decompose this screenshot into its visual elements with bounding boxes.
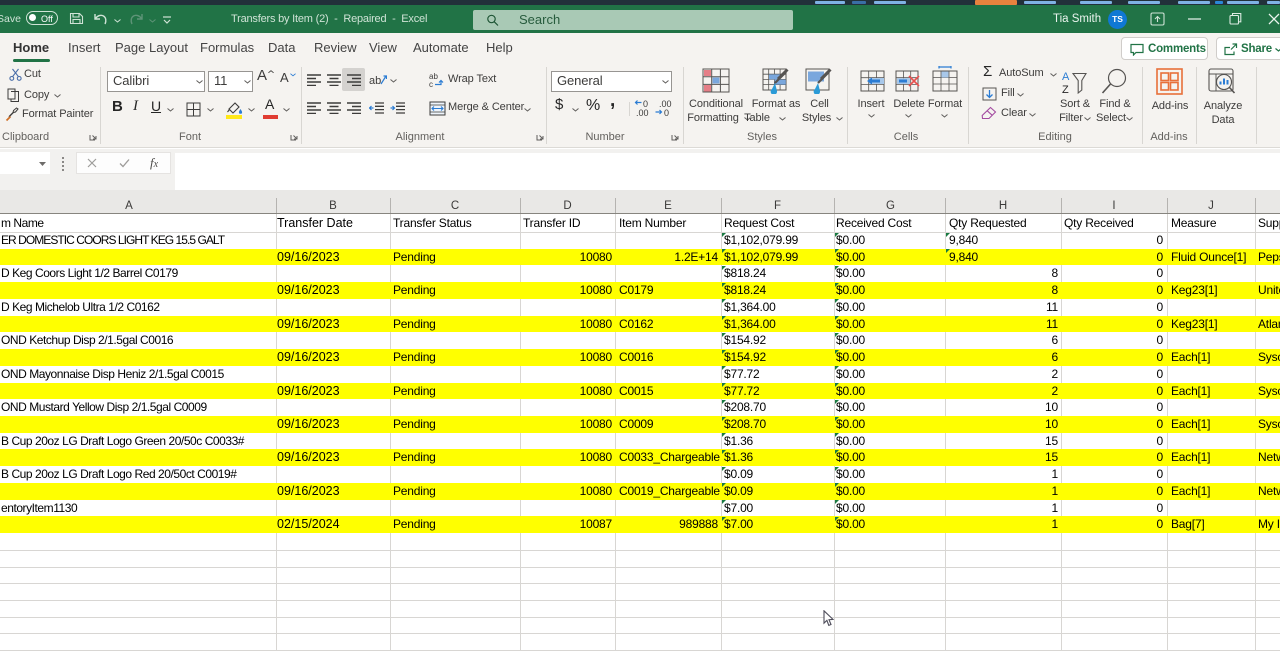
svg-text:c: c xyxy=(429,80,433,88)
svg-text:ab: ab xyxy=(369,75,381,87)
svg-text:A: A xyxy=(1062,71,1070,83)
svg-text:Z: Z xyxy=(1062,84,1069,95)
svg-text:.00: .00 xyxy=(636,108,649,117)
svg-text:0: 0 xyxy=(664,108,669,117)
